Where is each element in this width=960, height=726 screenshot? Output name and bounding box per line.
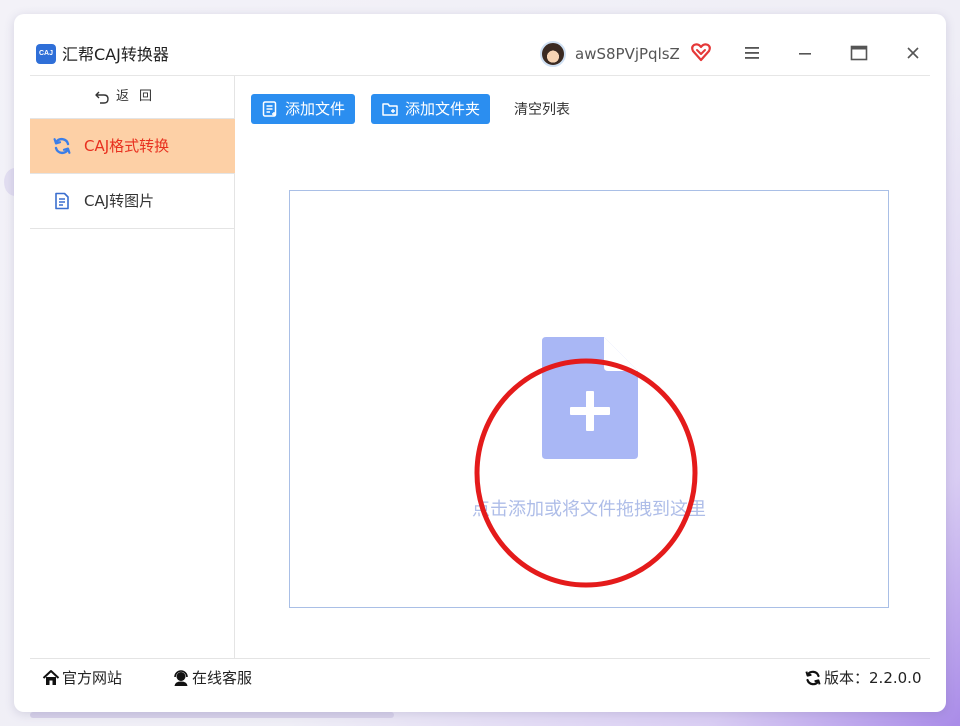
official-website-label: 官方网站 <box>62 669 123 687</box>
home-icon <box>42 670 60 685</box>
add-file-icon <box>262 101 277 117</box>
sidebar-item-caj-convert[interactable]: CAJ格式转换 <box>30 119 235 173</box>
app-window: CAJ 汇帮CAJ转换器 awS8PVjPqlsZ 返回 CAJ格式转换 CAJ… <box>14 14 946 712</box>
undo-arrow-icon <box>95 91 109 104</box>
version-text: 版本：2.2.0.0 <box>824 667 922 689</box>
back-label: 返回 <box>116 89 163 104</box>
add-folder-button[interactable]: 添加文件夹 <box>371 94 490 124</box>
add-folder-label: 添加文件夹 <box>405 100 481 118</box>
annotation-circle <box>474 358 698 588</box>
app-title: 汇帮CAJ转换器 <box>62 45 169 64</box>
sidebar-item-caj-to-image[interactable]: CAJ转图片 <box>30 174 235 228</box>
add-file-label: 添加文件 <box>285 100 346 118</box>
sidebar-item-label: CAJ格式转换 <box>84 137 170 155</box>
background-bar <box>30 712 394 718</box>
file-drop-zone[interactable]: 点击添加或将文件拖拽到这里 <box>289 190 889 608</box>
user-avatar[interactable] <box>540 41 566 67</box>
minimize-icon[interactable] <box>792 42 818 64</box>
close-icon[interactable] <box>900 42 926 64</box>
add-folder-icon <box>382 103 398 116</box>
refresh-icon <box>805 670 821 686</box>
online-service-link[interactable]: 在线客服 <box>172 667 272 689</box>
document-icon <box>55 192 69 210</box>
back-button[interactable]: 返回 <box>30 76 235 118</box>
customer-service-icon <box>174 670 188 686</box>
menu-icon[interactable] <box>739 42 765 64</box>
sidebar: 返回 CAJ格式转换 CAJ转图片 <box>30 76 235 658</box>
vip-heart-icon[interactable] <box>690 41 712 63</box>
version-info: 版本：2.2.0.0 <box>804 667 930 689</box>
sidebar-item-label: CAJ转图片 <box>84 192 155 210</box>
clear-list-button[interactable]: 清空列表 <box>514 100 570 120</box>
version-number: 2.2.0.0 <box>869 669 922 687</box>
footer: 官方网站 在线客服 版本：2.2.0.0 <box>30 658 930 698</box>
app-logo-icon: CAJ <box>36 44 56 64</box>
title-bar: CAJ 汇帮CAJ转换器 awS8PVjPqlsZ <box>14 14 946 76</box>
version-label: 版本： <box>824 669 870 687</box>
user-name[interactable]: awS8PVjPqlsZ <box>575 44 680 64</box>
refresh-icon <box>53 138 71 154</box>
add-file-button[interactable]: 添加文件 <box>251 94 355 124</box>
official-website-link[interactable]: 官方网站 <box>42 667 142 689</box>
online-service-label: 在线客服 <box>192 669 253 687</box>
maximize-icon[interactable] <box>846 42 872 64</box>
divider <box>30 228 235 229</box>
